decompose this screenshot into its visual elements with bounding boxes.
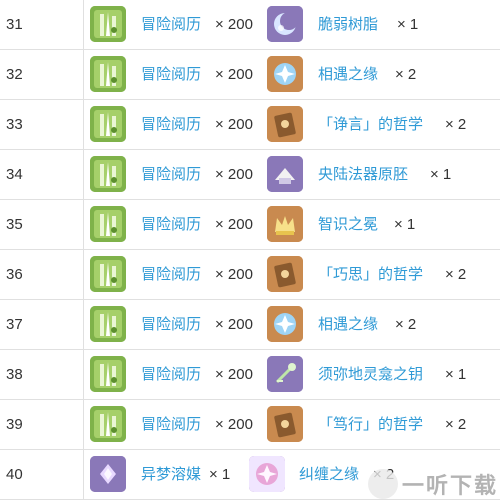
adventure-exp-icon (90, 306, 126, 342)
reward-item-name[interactable]: 冒险阅历 (141, 50, 201, 99)
reward-item-name[interactable]: 智识之冕 (318, 200, 378, 249)
rewards-cell: 冒险阅历 × 200 相遇之缘 × 2 (84, 50, 500, 99)
dream-solvent-icon (90, 456, 126, 492)
level-cell: 38 (0, 350, 84, 399)
reward-item-qty: × 1 (430, 166, 452, 183)
table-row: 31 冒险阅历 × 200 脆弱树脂 × 1 (0, 0, 500, 50)
reward-item-name[interactable]: 「诤言」的哲学 (318, 100, 423, 149)
reward-item-name[interactable]: 冒险阅历 (141, 0, 201, 49)
reward-item-name[interactable]: 脆弱树脂 (318, 0, 378, 49)
reward-item-qty: × 2 (445, 116, 467, 133)
reward-item-qty: × 200 (215, 116, 253, 133)
reward-item-name[interactable]: 冒险阅历 (141, 100, 201, 149)
reward-item-qty: × 200 (215, 266, 253, 283)
reward-item-name[interactable]: 冒险阅历 (141, 250, 201, 299)
adventure-exp-icon (90, 156, 126, 192)
level-cell: 35 (0, 200, 84, 249)
philosophies-book-icon (267, 106, 303, 142)
reward-item-qty: × 2 (445, 266, 467, 283)
intertwined-fate-icon (249, 456, 285, 492)
rewards-cell: 冒险阅历 × 200 脆弱树脂 × 1 (84, 0, 500, 49)
rewards-cell: 冒险阅历 × 200 「笃行」的哲学 × 2 (84, 400, 500, 449)
reward-item-name[interactable]: 央陆法器原胚 (318, 150, 408, 199)
reward-item-qty: × 2 (395, 66, 417, 83)
reward-item-qty: × 1 (445, 366, 467, 383)
acquaint-fate-icon (267, 306, 303, 342)
watermark-logo-icon (367, 469, 398, 499)
table-row: 33 冒险阅历 × 200 「诤言」的哲学 × 2 (0, 100, 500, 150)
reward-item-qty: × 200 (215, 416, 253, 433)
reward-item-name[interactable]: 冒险阅历 (141, 300, 201, 349)
adventure-exp-icon (90, 406, 126, 442)
reward-item-name[interactable]: 「笃行」的哲学 (318, 400, 423, 449)
level-cell: 39 (0, 400, 84, 449)
table-row: 35 冒险阅历 × 200 智识之冕 × 1 (0, 200, 500, 250)
reward-item-qty: × 1 (394, 216, 416, 233)
reward-item-name[interactable]: 冒险阅历 (141, 350, 201, 399)
reward-item-qty: × 200 (215, 16, 253, 33)
philosophies-book-icon (267, 256, 303, 292)
rewards-cell: 冒险阅历 × 200 相遇之缘 × 2 (84, 300, 500, 349)
adventure-exp-icon (90, 106, 126, 142)
reward-item-name[interactable]: 异梦溶媒 (141, 450, 201, 499)
reward-item-qty: × 200 (215, 216, 253, 233)
table-row: 34 冒险阅历 × 200 央陆法器原胚 × 1 (0, 150, 500, 200)
reward-item-qty: × 2 (395, 316, 417, 333)
level-cell: 40 (0, 450, 84, 499)
level-cell: 32 (0, 50, 84, 99)
reward-item-qty: × 1 (397, 16, 419, 33)
table-row: 36 冒险阅历 × 200 「巧思」的哲学 × 2 (0, 250, 500, 300)
table-row: 37 冒险阅历 × 200 相遇之缘 × 2 (0, 300, 500, 350)
level-cell: 34 (0, 150, 84, 199)
table-row: 39 冒险阅历 × 200 「笃行」的哲学 × 2 (0, 400, 500, 450)
acquaint-fate-icon (267, 56, 303, 92)
sumeru-key-icon (267, 356, 303, 392)
rewards-cell: 冒险阅历 × 200 智识之冕 × 1 (84, 200, 500, 249)
reward-item-name[interactable]: 「巧思」的哲学 (318, 250, 423, 299)
level-cell: 31 (0, 0, 84, 49)
table-row: 32 冒险阅历 × 200 相遇之缘 × 2 (0, 50, 500, 100)
reward-item-name[interactable]: 纠缠之缘 (299, 450, 359, 499)
rewards-cell: 冒险阅历 × 200 「巧思」的哲学 × 2 (84, 250, 500, 299)
rewards-cell: 冒险阅历 × 200 须弥地灵龛之钥 × 1 (84, 350, 500, 399)
adventure-exp-icon (90, 356, 126, 392)
reward-item-qty: × 200 (215, 66, 253, 83)
reward-item-name[interactable]: 相遇之缘 (318, 300, 378, 349)
watermark: 一听下载 (367, 468, 498, 500)
table-row: 38 冒险阅历 × 200 须弥地灵龛之钥 × 1 (0, 350, 500, 400)
reward-item-qty: × 200 (215, 166, 253, 183)
reward-item-name[interactable]: 冒险阅历 (141, 150, 201, 199)
level-cell: 37 (0, 300, 84, 349)
reward-item-name[interactable]: 冒险阅历 (141, 200, 201, 249)
adventure-exp-icon (90, 256, 126, 292)
rewards-cell: 冒险阅历 × 200 「诤言」的哲学 × 2 (84, 100, 500, 149)
adventure-exp-icon (90, 206, 126, 242)
watermark-text: 一听下载 (401, 473, 498, 498)
reward-item-name[interactable]: 相遇之缘 (318, 50, 378, 99)
adventure-exp-icon (90, 56, 126, 92)
catalyst-billet-icon (267, 156, 303, 192)
level-cell: 36 (0, 250, 84, 299)
philosophies-book-icon (267, 406, 303, 442)
reward-item-qty: × 1 (209, 466, 231, 483)
reward-item-qty: × 200 (215, 316, 253, 333)
reward-item-qty: × 200 (215, 366, 253, 383)
reward-item-name[interactable]: 须弥地灵龛之钥 (318, 350, 423, 399)
reward-item-name[interactable]: 冒险阅历 (141, 400, 201, 449)
crown-icon (267, 206, 303, 242)
rewards-cell: 冒险阅历 × 200 央陆法器原胚 × 1 (84, 150, 500, 199)
fragile-resin-icon (267, 6, 303, 42)
reward-item-qty: × 2 (445, 416, 467, 433)
adventure-exp-icon (90, 6, 126, 42)
rewards-table: 31 冒险阅历 × 200 脆弱树脂 × 1 32 冒险阅历 × 200 相遇之缘 × 2 33 冒险… (0, 0, 500, 500)
level-cell: 33 (0, 100, 84, 149)
